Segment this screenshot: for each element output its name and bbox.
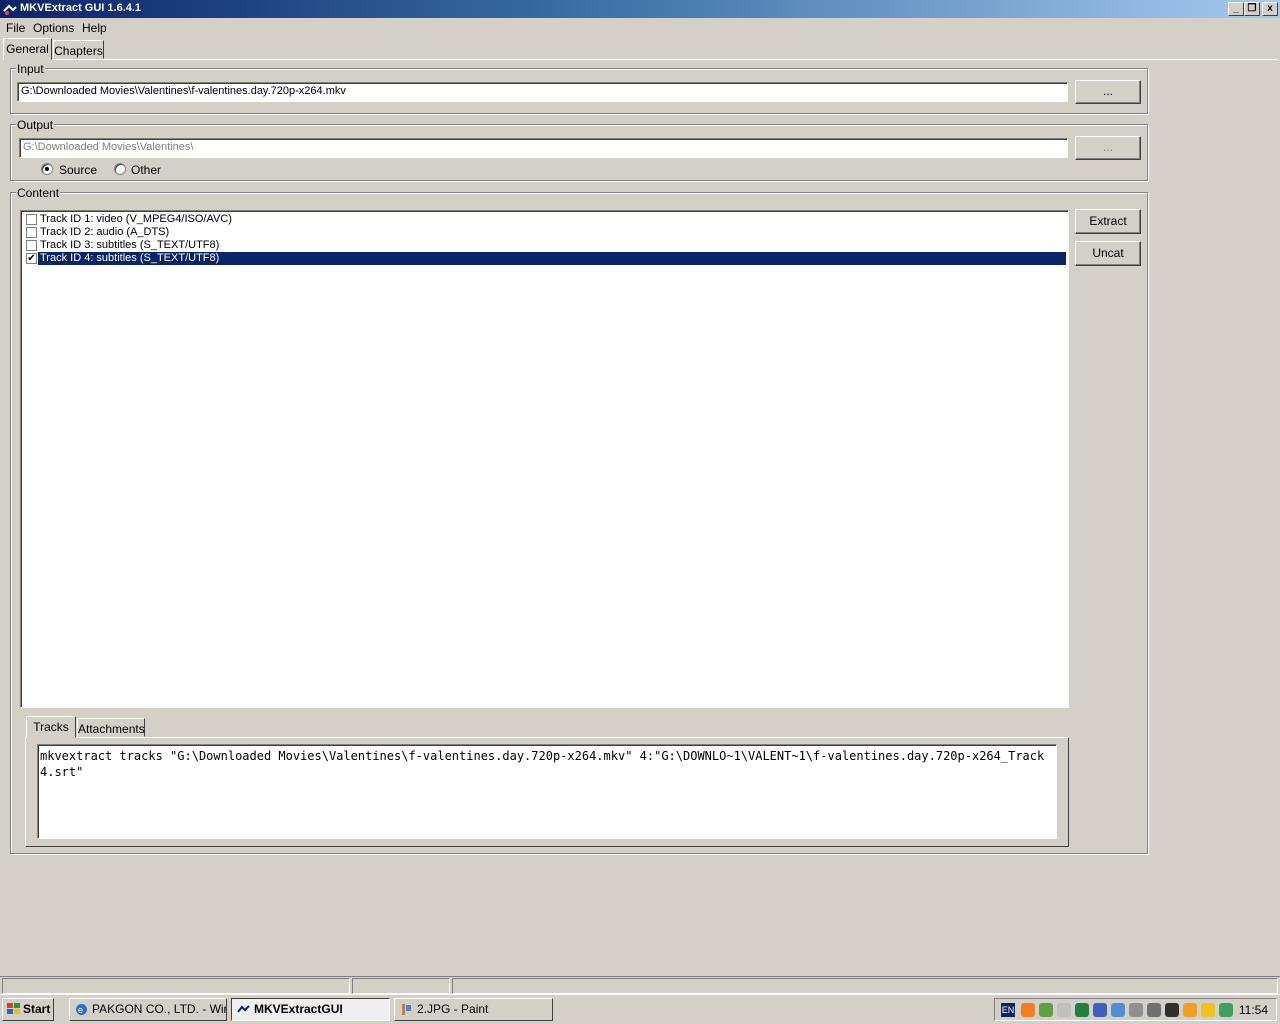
track-2-label[interactable]: Track ID 2: audio (A_DTS) [38,226,1066,239]
tray-app-icon-5[interactable] [1093,1003,1107,1017]
tracks-list[interactable]: Track ID 1: video (V_MPEG4/ISO/AVC) Trac… [20,210,1069,708]
minimize-button[interactable]: _ [1228,2,1244,16]
track-row-2[interactable]: Track ID 2: audio (A_DTS) [23,226,1066,239]
restore-button[interactable]: ❐ [1244,2,1260,16]
task-label-mkvextract: MKVExtractGUI [254,1002,343,1016]
menu-bar: File Options Help [0,19,1280,37]
content-group-label: Content [16,186,61,200]
tab-general[interactable]: General [3,38,52,60]
input-group-label: Input [16,62,45,76]
paint-icon [402,1004,411,1015]
tray-app-icon-12[interactable] [1219,1003,1233,1017]
menu-options[interactable]: Options [33,21,74,35]
extract-button[interactable]: Extract [1075,209,1141,234]
radio-source[interactable] [41,163,53,175]
task-button-mkvextract[interactable]: MKVExtractGUI [231,998,390,1021]
subtab-attachments[interactable]: Attachments [77,718,145,737]
output-path-field[interactable]: G:\Downloaded Movies\Valentines\ [19,138,1068,158]
radio-other-label[interactable]: Other [131,163,161,177]
menu-help[interactable]: Help [82,21,107,35]
clock[interactable]: 11:54 [1239,1003,1268,1017]
tab-chapters[interactable]: Chapters [53,40,104,59]
svg-text:e: e [78,1005,83,1015]
tray-app-icon-1[interactable] [1021,1003,1035,1017]
tray-app-icon-8[interactable] [1147,1003,1161,1017]
radio-source-label[interactable]: Source [59,163,97,177]
tray-app-icon-9[interactable] [1165,1003,1179,1017]
radio-other[interactable] [114,163,126,175]
track-3-label[interactable]: Track ID 3: subtitles (S_TEXT/UTF8) [38,239,1066,252]
status-panel-2 [352,978,450,994]
title-bar: MKVExtract GUI 1.6.4.1 _ ❐ x [0,0,1280,18]
tray-app-icon-2[interactable] [1039,1003,1053,1017]
mkv-app-icon [3,4,17,15]
track-row-3[interactable]: Track ID 3: subtitles (S_TEXT/UTF8) [23,239,1066,252]
tray-app-icon-6[interactable] [1111,1003,1125,1017]
close-button[interactable]: x [1262,2,1278,16]
mkv-task-icon [237,1005,250,1013]
task-label-pakgon: PAKGON CO., LTD. - Win... [92,1002,227,1016]
start-button[interactable]: Start [2,998,54,1021]
track-row-1[interactable]: Track ID 1: video (V_MPEG4/ISO/AVC) [23,213,1066,226]
track-4-checkbox[interactable]: ✔ [26,253,37,264]
ie-icon: e [76,1004,87,1015]
track-2-checkbox[interactable] [26,227,37,238]
menu-file[interactable]: File [6,21,25,35]
task-label-paint: 2.JPG - Paint [417,1002,489,1016]
track-1-label[interactable]: Track ID 1: video (V_MPEG4/ISO/AVC) [38,213,1066,226]
output-group-label: Output [16,118,55,132]
track-4-label[interactable]: Track ID 4: subtitles (S_TEXT/UTF8) [38,252,1066,265]
status-panel-1 [2,978,350,994]
input-browse-button[interactable]: ... [1075,80,1141,104]
command-output[interactable]: mkvextract tracks "G:\Downloaded Movies\… [37,744,1057,839]
tray-app-icon-3[interactable] [1057,1003,1071,1017]
track-1-checkbox[interactable] [26,214,37,225]
task-button-pakgon[interactable]: e PAKGON CO., LTD. - Win... [69,998,227,1021]
window-title: MKVExtract GUI 1.6.4.1 [20,2,142,14]
input-path-field[interactable]: G:\Downloaded Movies\Valentines\f-valent… [17,82,1068,102]
tray-app-icon-11[interactable] [1201,1003,1215,1017]
language-indicator[interactable]: EN [1001,1003,1015,1017]
output-browse-button[interactable]: ... [1075,136,1141,160]
status-bar [0,976,1280,994]
windows-logo-icon [7,1003,20,1014]
uncat-button[interactable]: Uncat [1075,241,1141,266]
system-tray: EN 11:54 [994,998,1277,1021]
tray-app-icon-4[interactable] [1075,1003,1089,1017]
radio-source-dot [45,167,49,171]
subtab-tracks[interactable]: Tracks [26,716,76,738]
status-panel-3 [452,978,1278,994]
start-label: Start [23,1002,51,1016]
tray-app-icon-7[interactable] [1129,1003,1143,1017]
taskbar: Start e PAKGON CO., LTD. - Win... MKVExt… [0,994,1280,1024]
tray-app-icon-10[interactable] [1183,1003,1197,1017]
track-row-4[interactable]: ✔ Track ID 4: subtitles (S_TEXT/UTF8) [23,252,1066,265]
track-3-checkbox[interactable] [26,240,37,251]
task-button-paint[interactable]: 2.JPG - Paint [394,998,553,1021]
